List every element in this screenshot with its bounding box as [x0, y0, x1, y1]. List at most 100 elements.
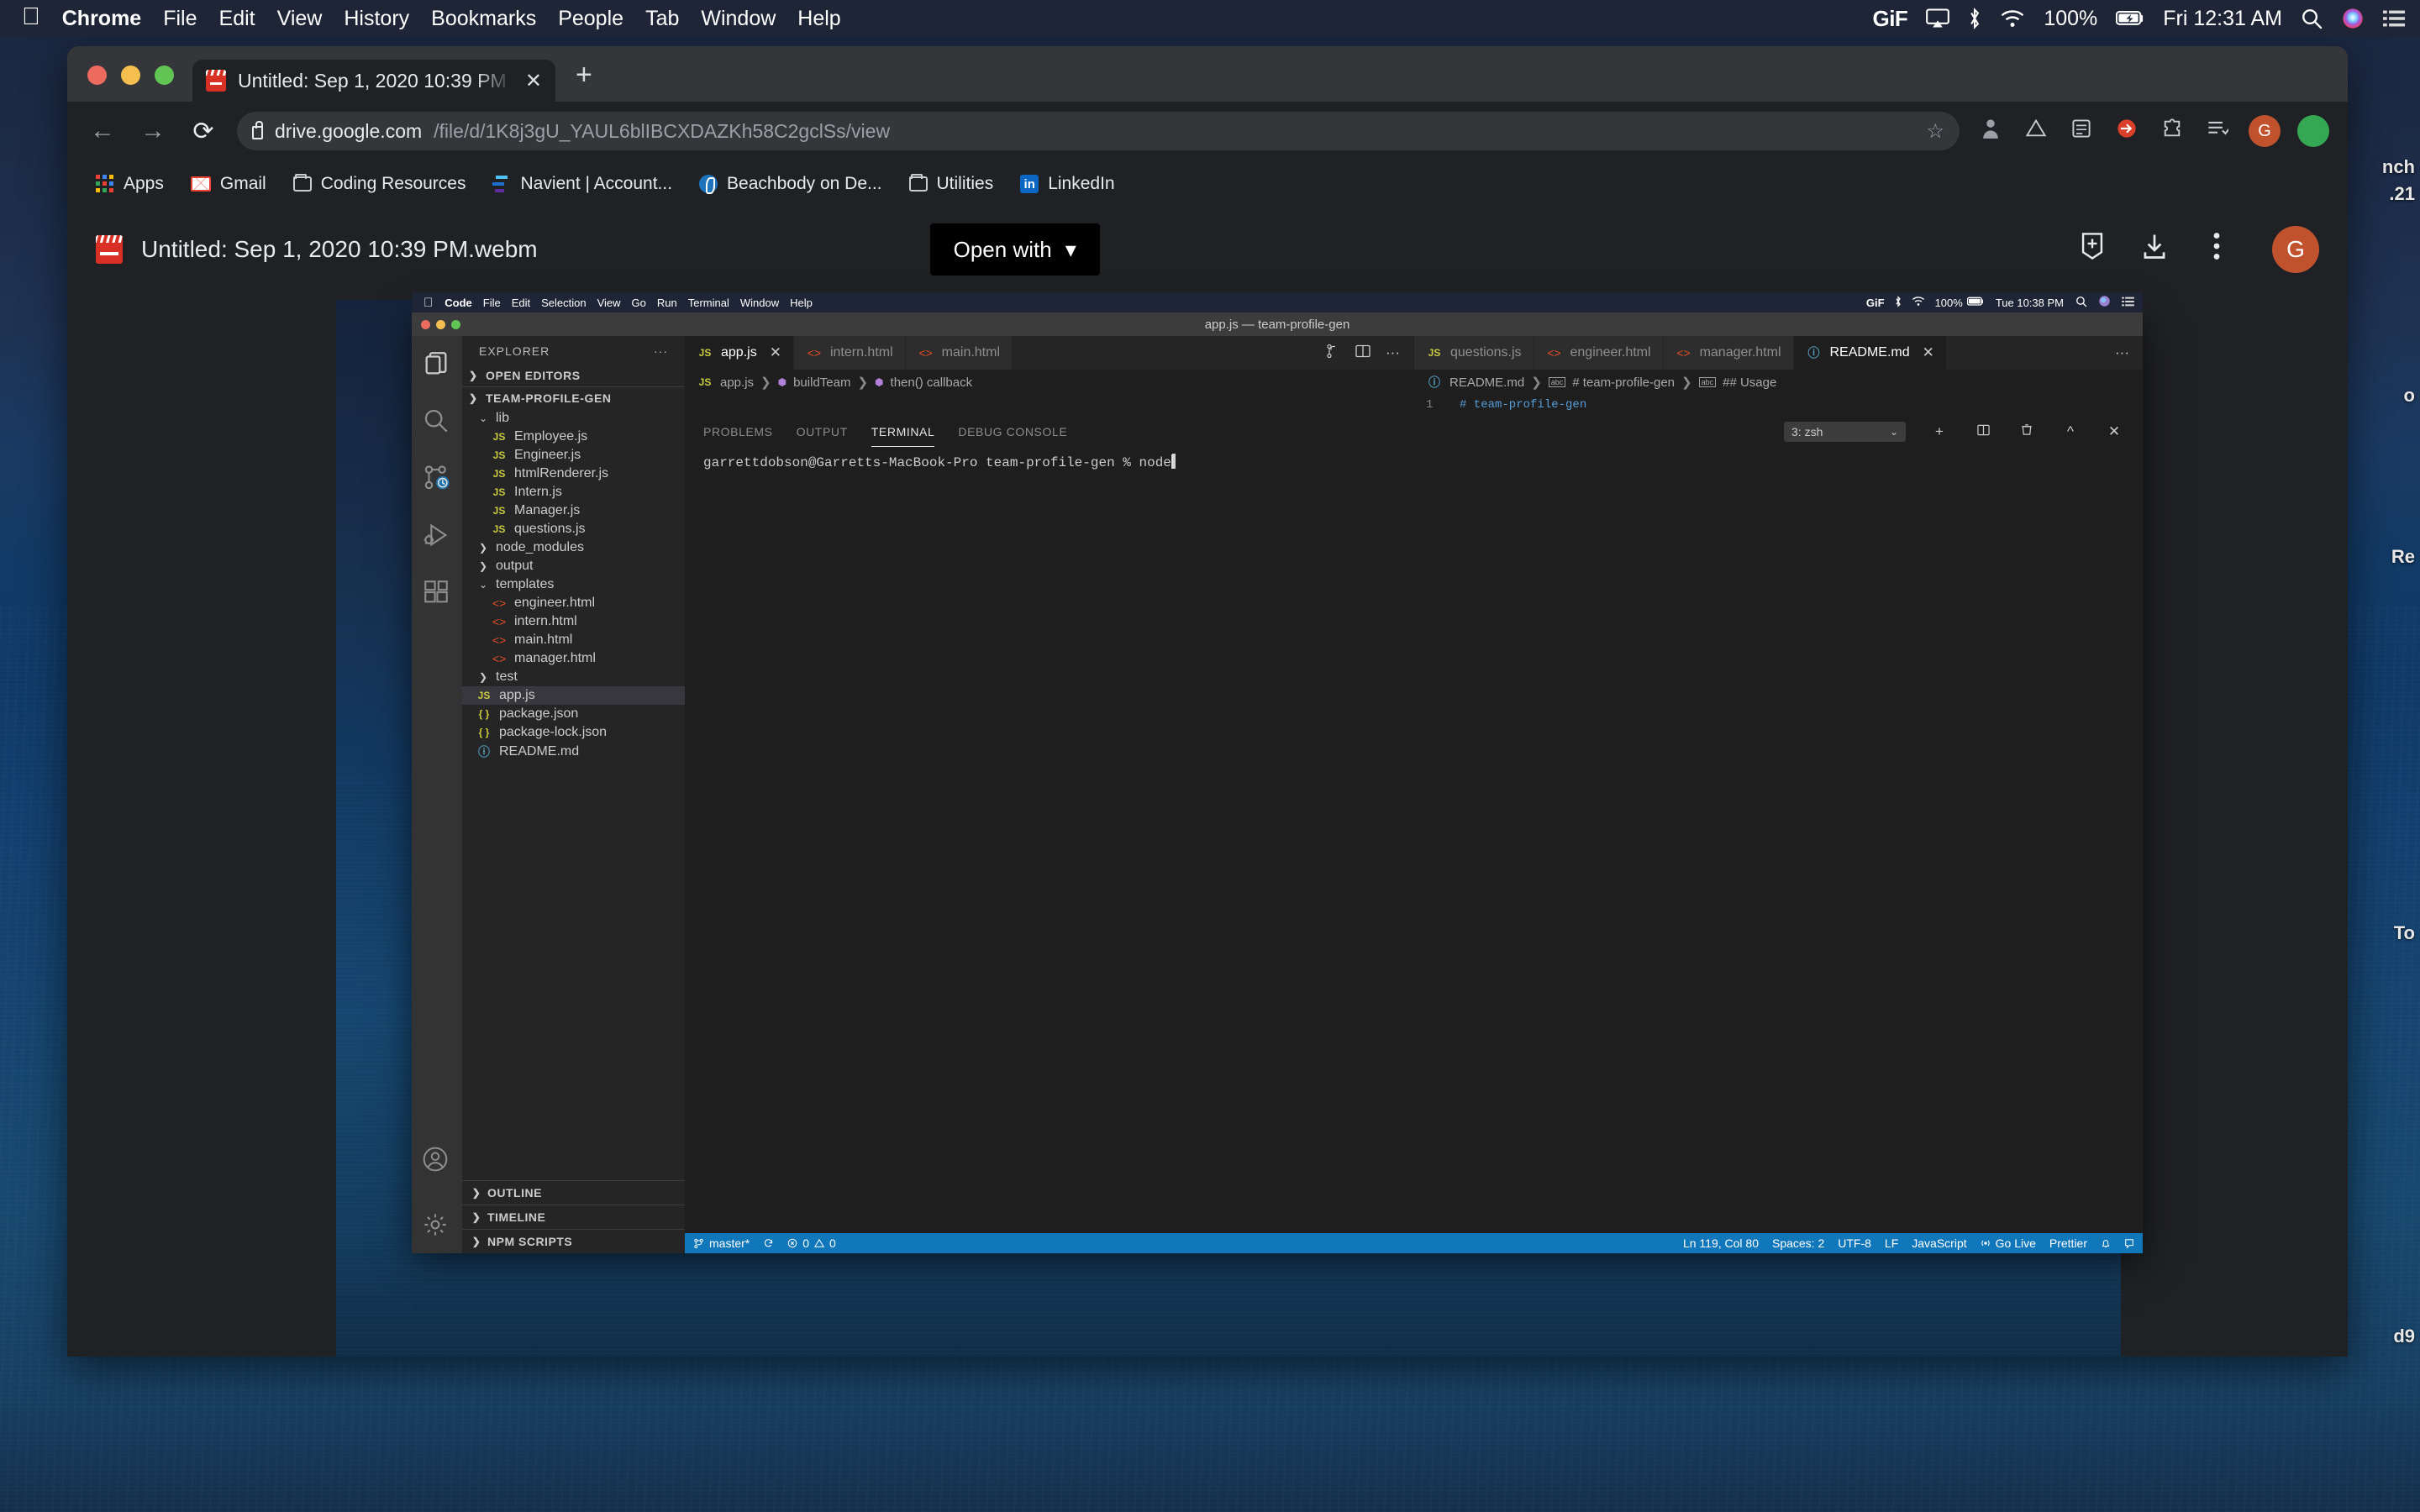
open-with-button[interactable]: Open with ▾: [929, 223, 1100, 276]
airplay-icon[interactable]: [1926, 8, 1950, 29]
menu-item-terminal[interactable]: Terminal: [688, 297, 729, 309]
tree-item-engineer-html[interactable]: <> engineer.html: [462, 594, 685, 612]
tree-item-app-js[interactable]: JS app.js: [462, 686, 685, 705]
editor-tab-app-js[interactable]: JS app.js ✕: [685, 336, 794, 370]
clock-datetime[interactable]: Tue 10:38 PM: [1996, 297, 2064, 309]
puzzle-extensions-icon[interactable]: [2158, 118, 2186, 145]
menu-item-history[interactable]: History: [344, 7, 409, 31]
source-control-icon[interactable]: [422, 464, 452, 494]
bookmark-gmail[interactable]: Gmail: [181, 169, 276, 199]
menu-item-file[interactable]: File: [163, 7, 197, 31]
menu-item-people[interactable]: People: [558, 7, 623, 31]
menu-item-bookmarks[interactable]: Bookmarks: [431, 7, 536, 31]
new-terminal-icon[interactable]: +: [1929, 423, 1949, 440]
explorer-icon[interactable]: [422, 349, 452, 380]
panel-tab-debug-console[interactable]: DEBUG CONSOLE: [958, 417, 1067, 447]
wifi-icon[interactable]: [1912, 296, 1925, 309]
drive-account-avatar[interactable]: G: [2272, 226, 2319, 273]
bookmark-beachbody[interactable]: Beachbody on De...: [689, 169, 892, 199]
tree-item-package-json[interactable]: { } package.json: [462, 705, 685, 723]
explorer-more-icon[interactable]: ···: [654, 344, 668, 358]
more-actions-icon[interactable]: ···: [2115, 344, 2129, 361]
mailtrack-extension-icon[interactable]: [2112, 118, 2141, 144]
status-prettier[interactable]: Prettier: [2049, 1236, 2087, 1250]
bookmark-coding-resources[interactable]: Coding Resources: [283, 169, 476, 199]
tree-item-manager-js[interactable]: JS Manager.js: [462, 501, 685, 520]
panel-timeline[interactable]: ❯ TIMELINE: [462, 1205, 685, 1229]
breadcrumb-segment[interactable]: README.md: [1449, 375, 1524, 390]
editor-code-peek-right[interactable]: 1 # team-profile-gen: [1414, 395, 2143, 417]
split-terminal-icon[interactable]: [1973, 423, 1993, 440]
editor-tab-readme-md[interactable]: ⓘ README.md ✕: [1793, 336, 1947, 370]
status-branch[interactable]: master*: [693, 1236, 750, 1250]
maximize-window-button[interactable]: [155, 66, 174, 85]
terminal-output[interactable]: garrettdobson@Garretts-MacBook-Pro team-…: [685, 447, 2143, 1233]
terminal-selector[interactable]: 3: zsh ⌄: [1784, 422, 1906, 442]
menu-item-code[interactable]: Code: [445, 297, 472, 309]
bluetooth-icon[interactable]: [1895, 295, 1902, 310]
bookmark-utilities[interactable]: Utilities: [899, 169, 1004, 199]
menu-item-selection[interactable]: Selection: [541, 297, 586, 309]
status-language-mode[interactable]: JavaScript: [1912, 1236, 1966, 1250]
menu-item-edit[interactable]: Edit: [512, 297, 530, 309]
control-center-icon[interactable]: [2122, 297, 2134, 309]
browser-tab[interactable]: Untitled: Sep 1, 2020 10:39 PM ✕: [192, 60, 555, 102]
drive-extension-icon[interactable]: [2022, 118, 2050, 144]
status-indentation[interactable]: Spaces: 2: [1772, 1236, 1824, 1250]
siri-icon[interactable]: [2098, 295, 2111, 310]
close-panel-icon[interactable]: ✕: [2104, 423, 2124, 440]
more-options-icon[interactable]: [2195, 232, 2238, 267]
tree-item-intern-html[interactable]: <> intern.html: [462, 612, 685, 631]
control-center-icon[interactable]: [2383, 9, 2405, 28]
forward-button[interactable]: →: [136, 117, 170, 145]
search-icon[interactable]: [422, 407, 452, 437]
siri-icon[interactable]: [2341, 7, 2365, 30]
menu-item-go[interactable]: Go: [632, 297, 646, 309]
status-eol[interactable]: LF: [1885, 1236, 1898, 1250]
new-tab-button[interactable]: +: [576, 59, 592, 102]
tree-item-test[interactable]: ❯ test: [462, 668, 685, 686]
chrome-secondary-avatar[interactable]: [2297, 115, 2329, 147]
minimize-window-button[interactable]: [121, 66, 140, 85]
breadcrumb-segment[interactable]: buildTeam: [793, 375, 850, 390]
menu-item-view[interactable]: View: [597, 297, 621, 309]
status-sync[interactable]: [763, 1238, 774, 1249]
tree-item-lib[interactable]: ⌄ lib: [462, 409, 685, 428]
gif-status-icon[interactable]: GiF: [1866, 297, 1885, 309]
panel-npm-scripts[interactable]: ❯ NPM SCRIPTS: [462, 1229, 685, 1253]
editor-code-peek-left[interactable]: [685, 395, 1413, 417]
run-debug-icon[interactable]: [422, 521, 452, 551]
menu-item-edit[interactable]: Edit: [219, 7, 255, 31]
profile-badge-icon[interactable]: [1976, 118, 2005, 145]
menu-item-tab[interactable]: Tab: [645, 7, 679, 31]
spotlight-search-icon[interactable]: [2075, 296, 2087, 310]
close-window-button[interactable]: [87, 66, 107, 85]
status-cursor-position[interactable]: Ln 119, Col 80: [1683, 1236, 1759, 1250]
bookmark-navient[interactable]: Navient | Account...: [482, 169, 682, 199]
editor-tab-intern-html[interactable]: <> intern.html: [793, 336, 906, 370]
panel-tab-output[interactable]: OUTPUT: [797, 417, 848, 447]
status-encoding[interactable]: UTF-8: [1838, 1236, 1871, 1250]
layout-icon[interactable]: [1355, 344, 1370, 362]
tree-item-questions-js[interactable]: JS questions.js: [462, 520, 685, 538]
battery-percent[interactable]: 100%: [1935, 297, 1963, 309]
menu-item-run[interactable]: Run: [657, 297, 677, 309]
menu-item-help[interactable]: Help: [790, 297, 813, 309]
status-problems[interactable]: 0 0: [787, 1236, 836, 1250]
bookmark-star-icon[interactable]: ☆: [1926, 119, 1944, 144]
editor-tab-engineer-html[interactable]: <> engineer.html: [1534, 336, 1664, 370]
menu-item-file[interactable]: File: [483, 297, 501, 309]
editor-tab-manager-html[interactable]: <> manager.html: [1663, 336, 1794, 370]
menu-item-view[interactable]: View: [277, 7, 323, 31]
breadcrumb-segment[interactable]: # team-profile-gen: [1572, 375, 1675, 390]
tree-item-node-modules[interactable]: ❯ node_modules: [462, 538, 685, 557]
kill-terminal-icon[interactable]: [2017, 423, 2037, 440]
maximize-panel-icon[interactable]: ^: [2060, 423, 2081, 440]
breadcrumb-segment[interactable]: app.js: [720, 375, 754, 390]
tree-item-output[interactable]: ❯ output: [462, 557, 685, 575]
spotlight-search-icon[interactable]: [2301, 8, 2323, 29]
video-player-frame[interactable]:  Code File Edit Selection View Go Run T…: [336, 292, 2143, 1357]
bluetooth-icon[interactable]: [1968, 8, 1981, 29]
notifications-icon[interactable]: [2101, 1238, 2111, 1249]
wifi-icon[interactable]: [2000, 8, 2025, 29]
